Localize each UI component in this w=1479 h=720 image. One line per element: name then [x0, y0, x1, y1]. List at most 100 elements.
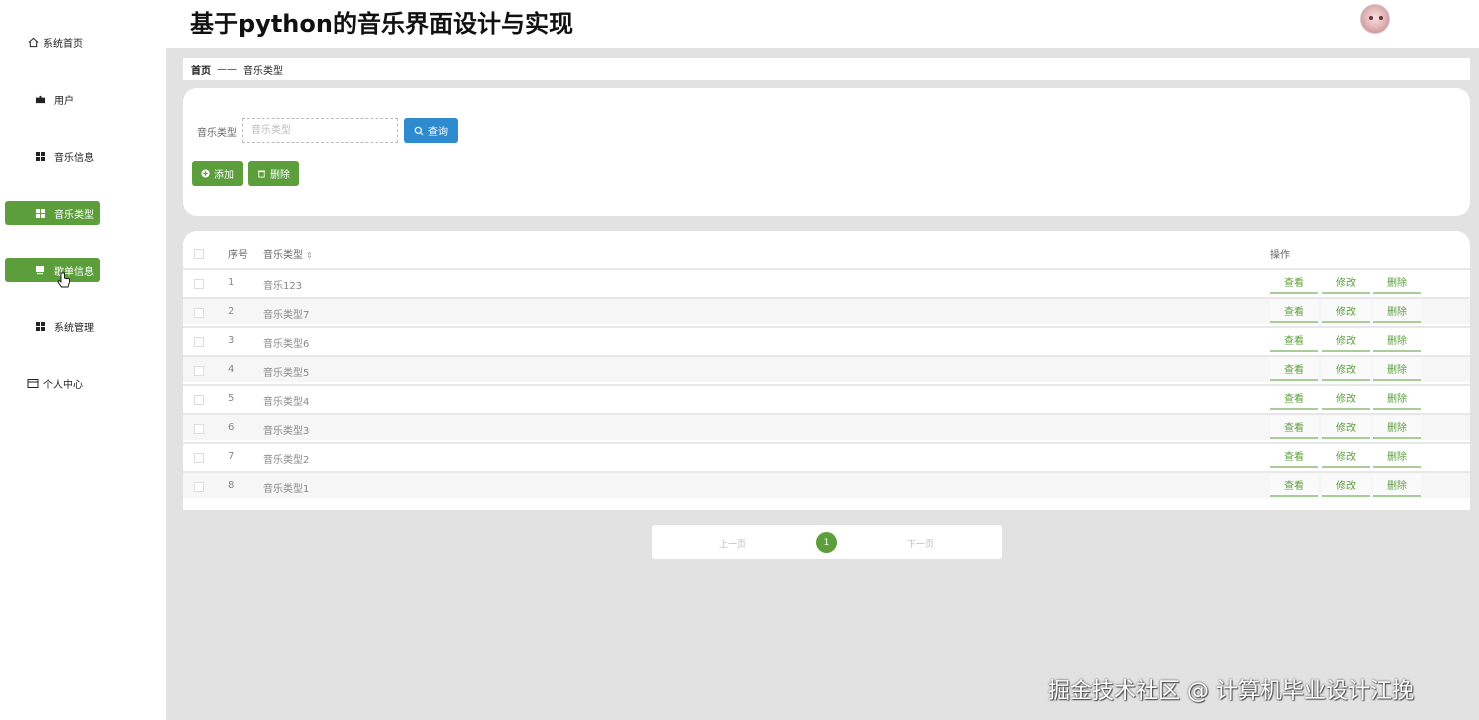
header-op: 操作 — [1270, 250, 1290, 261]
add-button-label: 添加 — [214, 170, 234, 181]
header-type[interactable]: 音乐类型 ⇕ — [263, 246, 313, 261]
delete-button-label: 删除 — [270, 170, 290, 181]
edit-button[interactable]: 修改 — [1322, 329, 1370, 352]
row-checkbox[interactable] — [194, 279, 204, 289]
table-row: 6 音乐类型3 查看 修改 删除 — [183, 413, 1470, 440]
edit-button[interactable]: 修改 — [1322, 445, 1370, 468]
sidebar-item-user[interactable]: 用户 — [5, 87, 100, 111]
music-type-table: 序号 音乐类型 ⇕ 操作 1 音乐123 查看 修改 删除 2 音乐类型7 查看 … — [183, 231, 1470, 510]
prev-page-button[interactable]: 上一页 — [719, 537, 746, 550]
row-no: 4 — [228, 364, 235, 375]
edit-button[interactable]: 修改 — [1322, 300, 1370, 323]
breadcrumb-home[interactable]: 首页 — [191, 62, 211, 77]
row-type: 音乐类型2 — [263, 455, 310, 466]
row-type: 音乐类型6 — [263, 339, 310, 350]
sort-icon[interactable]: ⇕ — [306, 251, 313, 260]
header-no: 序号 — [228, 250, 248, 261]
search-icon — [414, 126, 424, 135]
row-checkbox[interactable] — [194, 366, 204, 376]
edit-button[interactable]: 修改 — [1322, 358, 1370, 381]
sidebar-item-system[interactable]: 系统管理 — [5, 314, 100, 338]
row-no: 1 — [228, 277, 235, 288]
query-button-label: 查询 — [428, 127, 448, 138]
row-type: 音乐类型1 — [263, 484, 310, 495]
grid-icon — [34, 320, 46, 332]
row-no: 2 — [228, 306, 235, 317]
row-type: 音乐类型5 — [263, 368, 310, 379]
sidebar: 系统首页 用户 音乐信息 音乐类型 歌单信息 系统管理 个人中心 — [0, 0, 166, 720]
sidebar-item-label: 音乐类型 — [54, 209, 94, 221]
view-button[interactable]: 查看 — [1270, 271, 1318, 294]
next-page-button[interactable]: 下一页 — [907, 537, 934, 550]
row-checkbox[interactable] — [194, 395, 204, 405]
sidebar-item-profile[interactable]: 个人中心 — [5, 371, 100, 395]
row-type: 音乐123 — [263, 281, 303, 292]
row-checkbox[interactable] — [194, 308, 204, 318]
row-delete-button[interactable]: 删除 — [1373, 474, 1421, 497]
view-button[interactable]: 查看 — [1270, 387, 1318, 410]
row-delete-button[interactable]: 删除 — [1373, 387, 1421, 410]
row-no: 5 — [228, 393, 235, 404]
page-title: 基于python的音乐界面设计与实现 — [190, 10, 573, 38]
avatar[interactable] — [1360, 4, 1390, 34]
search-label: 音乐类型 — [197, 128, 237, 139]
row-no: 6 — [228, 422, 235, 433]
edit-button[interactable]: 修改 — [1322, 474, 1370, 497]
sidebar-item-label: 系统管理 — [54, 322, 94, 334]
row-delete-button[interactable]: 删除 — [1373, 271, 1421, 294]
mouse-cursor-icon — [57, 272, 70, 288]
playlist-icon — [34, 264, 46, 276]
edit-button[interactable]: 修改 — [1322, 271, 1370, 294]
sidebar-item-home[interactable]: 系统首页 — [5, 30, 100, 54]
page-number-current[interactable]: 1 — [816, 532, 837, 553]
row-delete-button[interactable]: 删除 — [1373, 416, 1421, 439]
sidebar-item-music-type[interactable]: 音乐类型 — [5, 201, 100, 225]
row-delete-button[interactable]: 删除 — [1373, 358, 1421, 381]
query-button[interactable]: 查询 — [404, 118, 458, 143]
header-type-label: 音乐类型 — [263, 250, 303, 261]
sidebar-item-playlist[interactable]: 歌单信息 — [5, 258, 100, 282]
sidebar-item-label: 个人中心 — [43, 379, 83, 391]
edit-button[interactable]: 修改 — [1322, 416, 1370, 439]
view-button[interactable]: 查看 — [1270, 358, 1318, 381]
search-panel: 音乐类型 查询 添加 删除 — [183, 88, 1470, 216]
row-type: 音乐类型3 — [263, 426, 310, 437]
delete-button[interactable]: 删除 — [248, 161, 299, 186]
table-row: 3 音乐类型6 查看 修改 删除 — [183, 326, 1470, 353]
row-no: 7 — [228, 451, 235, 462]
add-button[interactable]: 添加 — [192, 161, 243, 186]
app-root: 系统首页 用户 音乐信息 音乐类型 歌单信息 系统管理 个人中心 基于pytho… — [0, 0, 1479, 720]
table-row: 2 音乐类型7 查看 修改 删除 — [183, 297, 1470, 324]
sidebar-item-music-info[interactable]: 音乐信息 — [5, 144, 100, 168]
edit-button[interactable]: 修改 — [1322, 387, 1370, 410]
user-icon — [34, 93, 46, 105]
breadcrumb-current: 音乐类型 — [243, 65, 283, 77]
home-icon — [27, 36, 39, 48]
table-row: 5 音乐类型4 查看 修改 删除 — [183, 384, 1470, 411]
view-button[interactable]: 查看 — [1270, 329, 1318, 352]
row-checkbox[interactable] — [194, 453, 204, 463]
search-input[interactable] — [242, 118, 398, 143]
table-row: 1 音乐123 查看 修改 删除 — [183, 268, 1470, 295]
table-row: 8 音乐类型1 查看 修改 删除 — [183, 471, 1470, 498]
sidebar-item-label: 音乐信息 — [54, 152, 94, 164]
view-button[interactable]: 查看 — [1270, 474, 1318, 497]
row-type: 音乐类型7 — [263, 310, 310, 321]
row-checkbox[interactable] — [194, 424, 204, 434]
row-no: 8 — [228, 480, 235, 491]
row-type: 音乐类型4 — [263, 397, 310, 408]
trash-icon — [257, 170, 266, 178]
row-delete-button[interactable]: 删除 — [1373, 445, 1421, 468]
pagination: 上一页 1 下一页 — [652, 525, 1002, 559]
grid-icon — [34, 150, 46, 162]
row-checkbox[interactable] — [194, 482, 204, 492]
watermark: 掘金技术社区 @ 计算机毕业设计江挽 — [1048, 679, 1414, 704]
view-button[interactable]: 查看 — [1270, 300, 1318, 323]
row-delete-button[interactable]: 删除 — [1373, 300, 1421, 323]
breadcrumb-separator: —— — [217, 63, 237, 75]
row-delete-button[interactable]: 删除 — [1373, 329, 1421, 352]
view-button[interactable]: 查看 — [1270, 445, 1318, 468]
view-button[interactable]: 查看 — [1270, 416, 1318, 439]
select-all-checkbox[interactable] — [194, 249, 204, 259]
row-checkbox[interactable] — [194, 337, 204, 347]
